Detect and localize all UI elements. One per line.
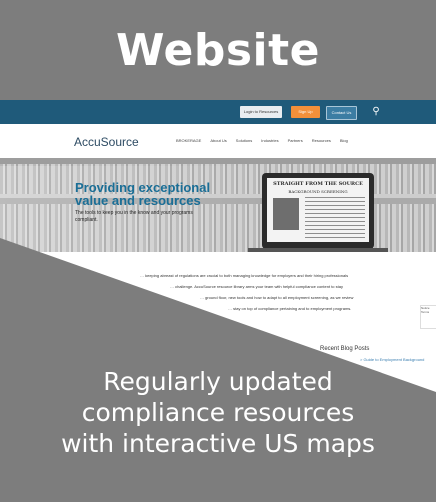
caption-line: compliance resources — [81, 398, 355, 427]
caption-line: Regularly updated — [103, 367, 333, 396]
caption-line: with interactive US maps — [61, 429, 375, 458]
slide-frame: Website Login to Resources Sign Up Conta… — [0, 0, 436, 502]
recent-blog-posts-heading: Recent Blog Posts — [320, 346, 370, 352]
blog-post-link[interactable]: > Guide to Employment Background — [360, 357, 424, 362]
slide-caption: Regularly updated compliance resources w… — [0, 366, 436, 459]
